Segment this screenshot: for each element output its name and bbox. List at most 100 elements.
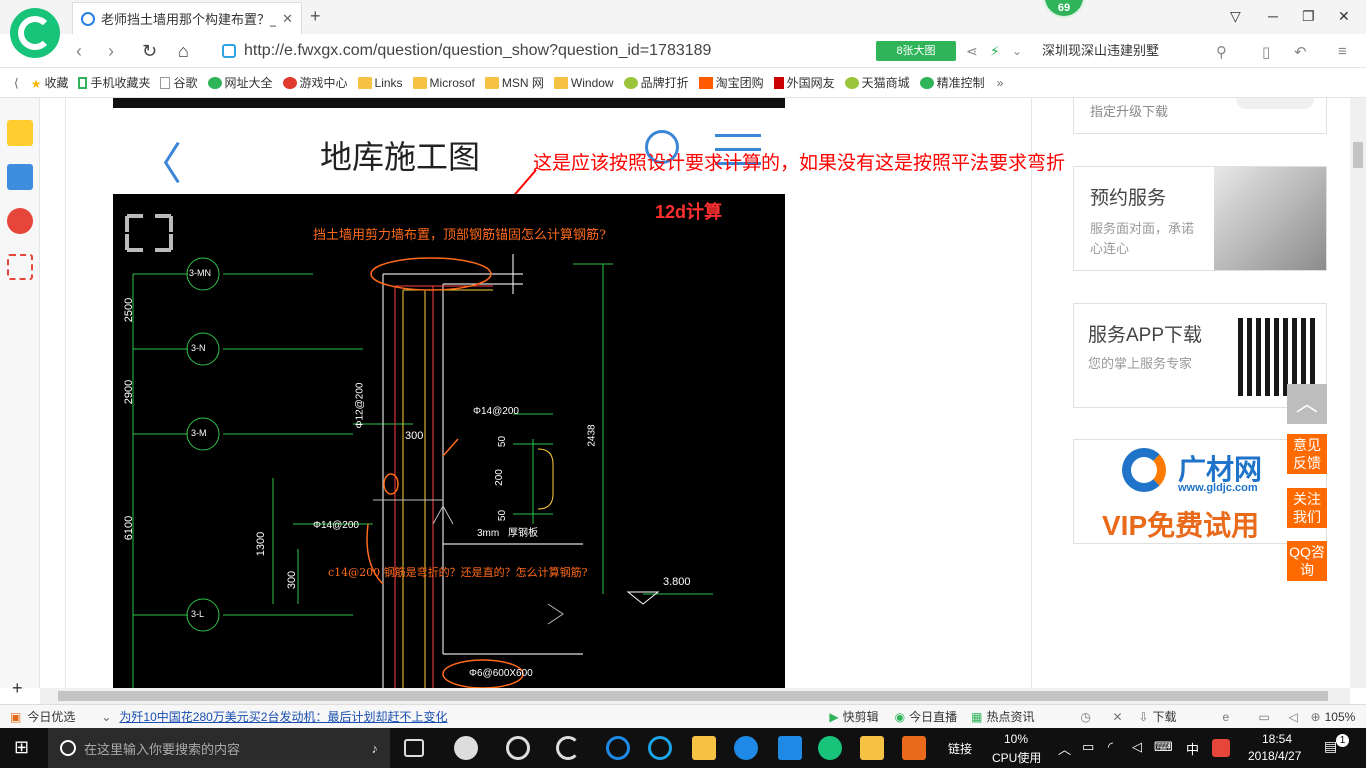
battery-icon[interactable]: ▭	[1082, 739, 1094, 755]
cad-drawing[interactable]: 12d计算 挡土墙用剪力墙布置，顶部钢筋锚固怎么计算钢筋? c14@200 钢筋…	[113, 194, 785, 688]
sogou-ime-icon[interactable]	[1212, 739, 1230, 757]
horizontal-scrollbar[interactable]	[40, 688, 1350, 704]
refresh-app-icon[interactable]	[556, 736, 580, 760]
close-window-icon[interactable]: ✕	[1338, 8, 1350, 25]
link-label[interactable]: 链接	[948, 740, 972, 757]
task-view-icon[interactable]	[404, 739, 424, 757]
microphone-icon[interactable]: ♪	[372, 741, 379, 756]
wifi-icon[interactable]: ◜	[1108, 739, 1113, 755]
bookmark-item[interactable]: 精准控制	[919, 74, 985, 91]
scroll-thumb[interactable]	[58, 691, 1328, 701]
window-icon[interactable]: ▭	[1259, 710, 1289, 724]
mobile-icon[interactable]: ▯	[1262, 43, 1270, 61]
kuaijianji-icon: ▶	[829, 709, 839, 724]
undo-icon[interactable]: ↶	[1294, 43, 1307, 61]
favorites-sidebar-icon[interactable]	[7, 120, 33, 146]
mute-icon[interactable]: ◁	[1289, 710, 1311, 724]
tab-close-icon[interactable]: ✕	[282, 11, 293, 27]
back-to-top-icon[interactable]: ︿	[1287, 384, 1327, 424]
edge-icon[interactable]	[606, 736, 630, 760]
ime-indicator[interactable]: 中	[1186, 739, 1199, 758]
shirt-icon[interactable]: ▽	[1230, 8, 1241, 25]
bookmark-item[interactable]: 游戏中心	[282, 74, 348, 91]
ie-icon[interactable]	[648, 736, 672, 760]
tools-icon[interactable]: ✕	[1112, 710, 1138, 724]
download-icon[interactable]: ⇩	[1138, 710, 1148, 724]
mail-sidebar-icon[interactable]	[7, 254, 33, 280]
bookmark-item[interactable]: 谷歌	[160, 74, 198, 91]
browser-tab[interactable]: 老师挡土墙用那个构建布置？_广 ✕	[72, 2, 302, 34]
zoom-level[interactable]: 105%	[1325, 710, 1356, 724]
weibo-sidebar-icon[interactable]	[7, 208, 33, 234]
share-icon[interactable]: ⋖	[966, 43, 978, 60]
reading-sidebar-icon[interactable]	[7, 164, 33, 190]
today-picks[interactable]: 今日优选	[27, 708, 75, 725]
ie-icon[interactable]: e	[1223, 710, 1259, 724]
volume-icon[interactable]: ◁	[1132, 739, 1142, 755]
bookmark-item[interactable]: Window	[553, 76, 614, 90]
taskbar: ⊞ 在这里输入你要搜索的内容 ♪ 链接 10% CPU使用 ︿ ▭ ◜ ◁ ⌨ …	[0, 728, 1366, 768]
minimize-icon[interactable]: ─	[1268, 8, 1278, 24]
speed-icon[interactable]: ◷	[1080, 710, 1112, 724]
back-chevron-icon[interactable]: 〈	[138, 128, 182, 192]
search-input[interactable]: 深圳现深山违建别墅	[1042, 41, 1242, 61]
news-ticker[interactable]: 为歼10中国花280万美元买2台发动机：最后计划却赶不上变化	[119, 708, 829, 725]
bookmark-item[interactable]: 品牌打折	[623, 74, 689, 91]
service-card[interactable]: 预约服务 服务面对面，承诺心连心	[1073, 166, 1327, 271]
more-bookmarks-icon[interactable]: »	[997, 76, 1004, 90]
bookmark-item[interactable]: Microsof	[412, 76, 475, 90]
add-sidebar-icon[interactable]: +	[12, 678, 23, 699]
url-text[interactable]: http://e.fwxgx.com/question/question_sho…	[244, 42, 711, 60]
download-link[interactable]: 下载	[1153, 708, 1223, 725]
qq-consult-button[interactable]: QQ咨询	[1287, 541, 1327, 581]
clock-time[interactable]: 18:54	[1262, 732, 1292, 746]
bookmark-item[interactable]: 网址大全	[207, 74, 273, 91]
feedback-button[interactable]: 意见反馈	[1287, 434, 1327, 474]
tray-chevron-icon[interactable]: ︿	[1058, 739, 1071, 758]
search-icon[interactable]: ⚲	[1216, 43, 1227, 61]
scroll-thumb[interactable]	[1353, 142, 1363, 168]
bookmark-item[interactable]: MSN 网	[484, 74, 544, 91]
reload-icon[interactable]: ↻	[142, 41, 157, 62]
dim-label: 6100	[123, 515, 136, 541]
collapse-sidebar-icon[interactable]: ⟨	[14, 76, 19, 90]
bookmark-item[interactable]: ★ 收藏	[31, 74, 69, 91]
big-image-button[interactable]: 8张大图	[876, 41, 956, 61]
plus-app-icon[interactable]	[778, 736, 802, 760]
forward-icon[interactable]: ›	[108, 41, 114, 62]
new-tab-button[interactable]: +	[310, 6, 321, 27]
clock-date[interactable]: 2018/4/27	[1248, 749, 1301, 763]
kuaijianji-link[interactable]: 快剪辑	[843, 708, 895, 725]
chevron-down-icon[interactable]: ⌄	[1012, 44, 1022, 58]
taskbar-search[interactable]: 在这里输入你要搜索的内容 ♪	[48, 728, 390, 768]
menu-icon[interactable]: ≡	[1338, 43, 1347, 60]
hotnews-link[interactable]: 热点资讯	[986, 708, 1080, 725]
upgrade-card[interactable]: 指定升级下载	[1073, 98, 1327, 134]
vertical-scrollbar[interactable]	[1350, 98, 1366, 688]
zoom-icon[interactable]: ⊕	[1311, 710, 1321, 724]
bookmark-item[interactable]: 手机收藏夹	[78, 74, 150, 91]
windows-start-icon[interactable]: ⊞	[14, 737, 29, 758]
back-icon[interactable]: ‹	[76, 41, 82, 62]
bookmark-item[interactable]: 外国网友	[773, 74, 835, 91]
file-explorer-icon[interactable]	[692, 736, 716, 760]
fan-app-icon[interactable]	[454, 736, 478, 760]
dim-label: 2500	[123, 297, 136, 323]
notes-app-icon[interactable]	[860, 736, 884, 760]
follow-us-button[interactable]: 关注我们	[1287, 488, 1327, 528]
office-app-icon[interactable]	[902, 736, 926, 760]
bookmark-item[interactable]: 天猫商城	[844, 74, 910, 91]
lightning-icon[interactable]: ⚡	[990, 43, 1000, 60]
current-browser-icon[interactable]	[818, 736, 842, 760]
browser-logo[interactable]	[10, 8, 60, 58]
bookmark-item[interactable]: 淘宝团购	[698, 74, 764, 91]
keyboard-icon[interactable]: ⌨	[1154, 739, 1173, 755]
g-app-icon[interactable]	[734, 736, 758, 760]
live-link[interactable]: 今日直播	[909, 708, 971, 725]
bookmark-item[interactable]: Links	[357, 76, 403, 90]
browser-e-icon[interactable]	[506, 736, 530, 760]
home-icon[interactable]: ⌂	[178, 41, 189, 62]
chevron-down-icon[interactable]: ⌄	[101, 710, 111, 724]
restore-icon[interactable]: ❐	[1302, 8, 1315, 25]
notification-badge[interactable]: 69	[1043, 0, 1085, 18]
